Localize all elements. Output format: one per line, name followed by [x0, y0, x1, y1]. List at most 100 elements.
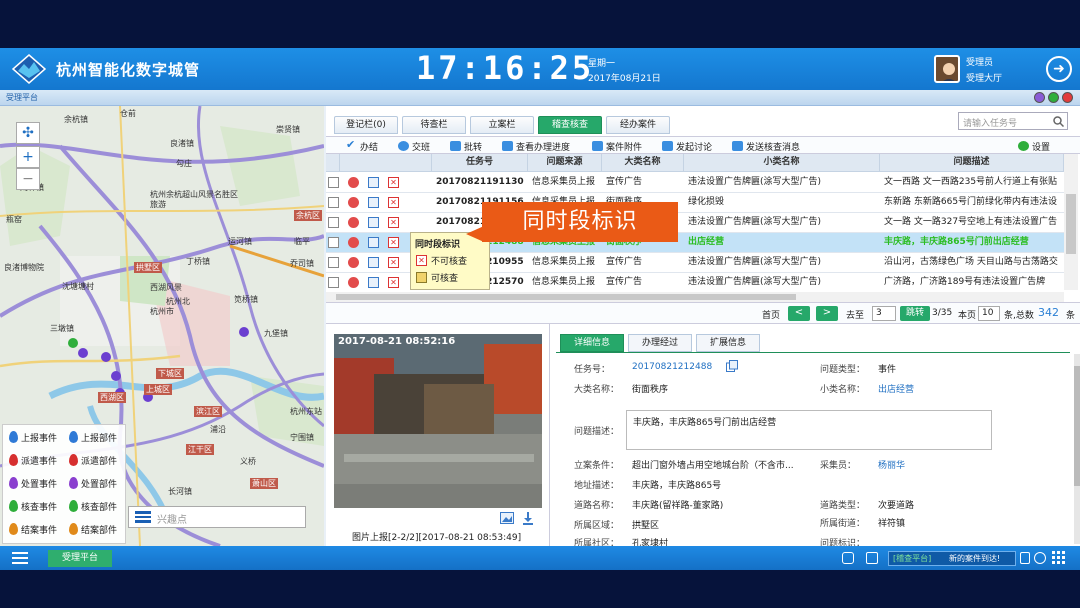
- popup-item-verifiable[interactable]: 可核查: [431, 271, 458, 284]
- copy-icon[interactable]: [726, 360, 738, 372]
- scroll-thumb[interactable]: [1066, 194, 1076, 254]
- speaker-icon[interactable]: [1020, 552, 1030, 564]
- legend-label: 核查事件: [21, 503, 58, 513]
- row-checkbox[interactable]: [328, 177, 339, 188]
- send-inspect-button[interactable]: 发送核查消息: [732, 140, 800, 153]
- prev-page-button[interactable]: <: [788, 306, 810, 321]
- legend-item[interactable]: 核查事件: [9, 500, 57, 513]
- map-tools-icon[interactable]: ✣: [16, 122, 40, 144]
- logout-icon[interactable]: ➜: [1046, 56, 1072, 82]
- chat-icon[interactable]: [842, 552, 854, 564]
- next-page-button[interactable]: >: [816, 306, 838, 321]
- collector-label: 采集员：: [820, 461, 857, 471]
- legend-item[interactable]: 处置部件: [69, 477, 117, 490]
- row-checkbox[interactable]: [328, 197, 339, 208]
- message-icon[interactable]: [368, 197, 379, 208]
- scroll-thumb[interactable]: [336, 294, 796, 300]
- message-icon[interactable]: [368, 217, 379, 228]
- cell-task-no: 20170821191130: [436, 177, 524, 187]
- detail-panel: 详细信息 办理经过 扩展信息 任务号： 20170821212488 问题类型：…: [550, 324, 1080, 549]
- finish-button[interactable]: ✔ 办结: [346, 138, 378, 153]
- message-icon[interactable]: [368, 277, 379, 288]
- clock-icon[interactable]: [1034, 552, 1046, 564]
- legend-item[interactable]: 核查部件: [69, 500, 117, 513]
- settings-button[interactable]: 设置: [1018, 140, 1050, 153]
- minimize-icon[interactable]: [1048, 92, 1059, 103]
- grid-header-minor[interactable]: 小类名称: [684, 154, 880, 172]
- legend-item[interactable]: 上报事件: [9, 431, 57, 444]
- row-checkbox[interactable]: [328, 217, 339, 228]
- detail-scrollbar[interactable]: [1074, 354, 1080, 544]
- download-icon[interactable]: [522, 512, 534, 525]
- apps-grid-icon[interactable]: [1052, 551, 1066, 565]
- zoom-out-button[interactable]: −: [16, 168, 40, 190]
- per-page-input[interactable]: 10: [978, 306, 1000, 321]
- total-label: 条,总数: [1004, 311, 1034, 321]
- legend-item[interactable]: 派遣事件: [9, 454, 57, 467]
- table-row[interactable]: ✕20170821191156信息采集员上报街面秩序绿化损毁东新路 东新路665…: [326, 193, 1064, 213]
- cell-source: 信息采集员上报: [532, 277, 596, 287]
- scroll-thumb[interactable]: [1074, 366, 1080, 486]
- tab-handled[interactable]: 经办案件: [606, 116, 670, 134]
- map-label: 勾庄: [176, 159, 192, 168]
- task-search-input[interactable]: 请输入任务号: [958, 112, 1068, 130]
- first-page-link[interactable]: 首页: [762, 308, 780, 321]
- message-icon[interactable]: [368, 177, 379, 188]
- table-row[interactable]: ✕ 20170821191130 信息采集员上报 宣传广告 违法设置广告牌匾(涂写大型广…: [326, 173, 1064, 193]
- avatar[interactable]: [934, 55, 960, 83]
- menu-icon[interactable]: [12, 552, 28, 564]
- image-icon[interactable]: [500, 512, 514, 524]
- goto-button[interactable]: 跳转: [900, 306, 930, 321]
- grid-horizontal-scrollbar[interactable]: [326, 292, 1064, 302]
- case-photo[interactable]: 2017-08-21 08:52:16: [334, 334, 542, 508]
- row-checkbox[interactable]: [328, 257, 339, 268]
- discussion-button[interactable]: 发起讨论: [662, 140, 712, 153]
- search-icon[interactable]: [1053, 116, 1064, 127]
- area-label: 所属区域：: [574, 521, 620, 531]
- tab-inspect[interactable]: 稽查核查: [538, 116, 602, 134]
- grid-header-task[interactable]: 任务号: [432, 154, 528, 172]
- legend-item[interactable]: 上报部件: [69, 431, 117, 444]
- legend-item[interactable]: 处置事件: [9, 477, 57, 490]
- photo-caption: 图片上报[2-2/2][2017-08-21 08:53:49]: [352, 533, 522, 543]
- row-checkbox[interactable]: [328, 277, 339, 288]
- map-pin-icon: [69, 500, 78, 512]
- legend-item[interactable]: 结案事件: [9, 523, 57, 536]
- forward-button[interactable]: 批转: [450, 140, 482, 153]
- legend-item[interactable]: 派遣部件: [69, 454, 117, 467]
- popup-title: 同时段标识: [415, 240, 461, 250]
- view-progress-button[interactable]: 查看办理进度: [502, 140, 570, 153]
- map-view[interactable]: 余杭镇 仓前 良渚镇 勾庄 崇贤镇 闲林镇 杭州余杭超山风景名胜区旅游 余杭区 …: [0, 106, 324, 546]
- close-icon[interactable]: [1062, 92, 1073, 103]
- grid-header-desc[interactable]: 问题描述: [880, 154, 1064, 172]
- taskbar-item[interactable]: 受理平台: [48, 550, 112, 567]
- legend-item[interactable]: 结案部件: [69, 523, 117, 536]
- handover-button[interactable]: 交班: [398, 140, 430, 153]
- notification-ticker[interactable]: [稽查平台] 新的案件到达!: [888, 551, 1016, 566]
- table-row[interactable]: ✕20170821212225信息采集员上报宣传广告违法设置广告牌匾(涂写大型广…: [326, 213, 1064, 233]
- tab-filed[interactable]: 立案栏: [470, 116, 534, 134]
- case-attachment-button[interactable]: 案件附件: [592, 140, 642, 153]
- message-icon[interactable]: [368, 237, 379, 248]
- tab-extended[interactable]: 扩展信息: [696, 334, 760, 352]
- tab-process[interactable]: 办理经过: [628, 334, 692, 352]
- row-checkbox[interactable]: [328, 237, 339, 248]
- page-input[interactable]: 3: [872, 306, 896, 321]
- tab-detail-info[interactable]: 详细信息: [560, 334, 624, 352]
- poi-search-input[interactable]: 兴趣点: [128, 506, 306, 528]
- grid-vertical-scrollbar[interactable]: [1064, 154, 1078, 290]
- tab-pending[interactable]: 待查栏: [402, 116, 466, 134]
- grid-header-source[interactable]: 问题来源: [528, 154, 602, 172]
- settings-window-icon[interactable]: [1034, 92, 1045, 103]
- tab-register[interactable]: 登记栏(0): [334, 116, 398, 134]
- district-label: 西湖区: [98, 392, 126, 403]
- popup-item-not-verifiable[interactable]: 不可核查: [431, 254, 467, 267]
- case-panel: 登记栏(0) 待查栏 立案栏 稽查核查 经办案件 请输入任务号 ✔ 办结 交班 批…: [326, 106, 1080, 549]
- message-icon[interactable]: [368, 257, 379, 268]
- grid-header-major[interactable]: 大类名称: [602, 154, 684, 172]
- legend-label: 派遣事件: [21, 457, 58, 467]
- zoom-in-button[interactable]: +: [16, 146, 40, 168]
- monitor-icon[interactable]: [866, 552, 878, 564]
- desc-textarea[interactable]: 丰庆路，丰庆路865号门前出店经营: [626, 410, 992, 450]
- cell-minor: 违法设置广告牌匾(涂写大型广告): [688, 277, 822, 287]
